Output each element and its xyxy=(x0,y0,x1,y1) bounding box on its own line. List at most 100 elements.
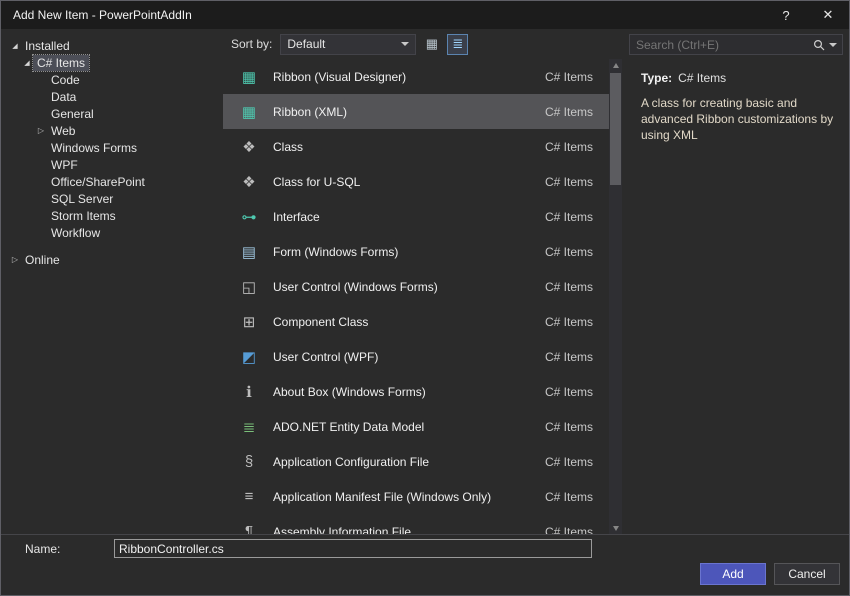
help-button[interactable]: ? xyxy=(765,1,807,29)
tree-node-data[interactable]: Data xyxy=(1,88,223,105)
dialog-footer: Name: Add Cancel xyxy=(1,534,849,595)
class-icon: ❖ xyxy=(237,138,261,156)
template-list-item[interactable]: § Application Configuration File C# Item… xyxy=(223,444,609,479)
template-list-item[interactable]: ≡ Application Manifest File (Windows Onl… xyxy=(223,479,609,514)
tree-label-installed: Installed xyxy=(21,38,74,54)
interface-icon: ⊶ xyxy=(237,208,261,226)
template-name: Ribbon (Visual Designer) xyxy=(273,70,545,84)
category-tree: ◢ Installed ◢ C# Items Code Data General… xyxy=(1,29,223,535)
type-label: Type: xyxy=(641,71,672,85)
title-bar: Add New Item - PowerPointAddIn ? ✕ xyxy=(1,1,849,29)
scrollbar-thumb[interactable] xyxy=(610,73,621,185)
template-list: ▦ Ribbon (Visual Designer) C# Items ▦ Ri… xyxy=(223,59,609,535)
tree-node-online[interactable]: ▷ Online xyxy=(1,251,223,268)
template-type: C# Items xyxy=(545,420,593,434)
sort-toolbar: Sort by: Default ▦ ≣ xyxy=(223,29,629,59)
tree-child-label: Code xyxy=(47,72,84,88)
tree-node-workflow[interactable]: Workflow xyxy=(1,224,223,241)
template-name: User Control (Windows Forms) xyxy=(273,280,545,294)
template-list-item[interactable]: ▦ Ribbon (XML) C# Items xyxy=(223,94,609,129)
tree-node-general[interactable]: General xyxy=(1,105,223,122)
template-type: C# Items xyxy=(545,490,593,504)
tree-child-label: Workflow xyxy=(47,225,104,241)
template-info-pane: Type: C# Items A class for creating basic… xyxy=(629,63,849,535)
template-type: C# Items xyxy=(545,455,593,469)
tree-node-web[interactable]: ▷ Web xyxy=(1,122,223,139)
tree-node-csharp-items[interactable]: ◢ C# Items xyxy=(1,54,223,71)
template-name: Application Manifest File (Windows Only) xyxy=(273,490,545,504)
tree-child-label: SQL Server xyxy=(47,191,117,207)
medium-icons-view-button[interactable]: ▦ xyxy=(421,34,442,55)
tree-node-sql-server[interactable]: SQL Server xyxy=(1,190,223,207)
search-box xyxy=(629,34,843,55)
template-name: About Box (Windows Forms) xyxy=(273,385,545,399)
template-list-item[interactable]: ▤ Form (Windows Forms) C# Items xyxy=(223,234,609,269)
search-icon[interactable] xyxy=(813,39,825,51)
list-scrollbar[interactable] xyxy=(609,59,622,535)
template-name: ADO.NET Entity Data Model xyxy=(273,420,545,434)
collapse-arrow-icon[interactable]: ▷ xyxy=(9,255,21,264)
template-list-item[interactable]: ℹ About Box (Windows Forms) C# Items xyxy=(223,374,609,409)
tree-child-label: Windows Forms xyxy=(47,140,141,156)
small-icons-view-button[interactable]: ≣ xyxy=(447,34,468,55)
template-name: Form (Windows Forms) xyxy=(273,245,545,259)
form-winforms-icon: ▤ xyxy=(237,243,261,261)
template-list-item[interactable]: ≣ ADO.NET Entity Data Model C# Items xyxy=(223,409,609,444)
template-type: C# Items xyxy=(545,385,593,399)
add-button[interactable]: Add xyxy=(700,563,766,585)
template-type: C# Items xyxy=(545,350,593,364)
template-type: C# Items xyxy=(545,315,593,329)
tree-child-label: Data xyxy=(47,89,80,105)
search-input[interactable] xyxy=(630,38,813,52)
ribbon-designer-icon: ▦ xyxy=(237,68,261,86)
tree-child-arrow[interactable]: ▷ xyxy=(35,126,47,135)
template-list-item[interactable]: ⊶ Interface C# Items xyxy=(223,199,609,234)
tree-node-installed[interactable]: ◢ Installed xyxy=(1,37,223,54)
close-button[interactable]: ✕ xyxy=(807,1,849,29)
component-class-icon: ⊞ xyxy=(237,313,261,331)
template-type: C# Items xyxy=(545,280,593,294)
scroll-up-icon[interactable] xyxy=(609,59,622,72)
template-name: User Control (WPF) xyxy=(273,350,545,364)
tree-node-storm-items[interactable]: Storm Items xyxy=(1,207,223,224)
csharp-children: Code Data General ▷ Web Windows Forms WP… xyxy=(1,71,223,241)
sort-dropdown[interactable]: Default xyxy=(280,34,416,55)
item-name-input[interactable] xyxy=(114,539,592,558)
template-description: A class for creating basic and advanced … xyxy=(641,95,837,144)
tree-node-office-sharepoint[interactable]: Office/SharePoint xyxy=(1,173,223,190)
type-value: C# Items xyxy=(678,71,726,85)
add-new-item-dialog: Add New Item - PowerPointAddIn ? ✕ ◢ Ins… xyxy=(0,0,850,596)
template-list-item[interactable]: ◱ User Control (Windows Forms) C# Items xyxy=(223,269,609,304)
tree-node-windows-forms[interactable]: Windows Forms xyxy=(1,139,223,156)
tree-child-label: Storm Items xyxy=(47,208,120,224)
template-list-item[interactable]: ❖ Class for U-SQL C# Items xyxy=(223,164,609,199)
expand-arrow-icon[interactable]: ◢ xyxy=(9,42,21,50)
template-list-item[interactable]: ¶ Assembly Information File C# Items xyxy=(223,514,609,535)
app-config-file-icon: § xyxy=(237,453,261,470)
tree-child-label: General xyxy=(47,106,98,122)
dialog-title: Add New Item - PowerPointAddIn xyxy=(1,8,765,22)
tree-child-label: Office/SharePoint xyxy=(47,174,149,190)
template-name: Application Configuration File xyxy=(273,455,545,469)
template-list-item[interactable]: ⊞ Component Class C# Items xyxy=(223,304,609,339)
tree-node-wpf[interactable]: WPF xyxy=(1,156,223,173)
cancel-button[interactable]: Cancel xyxy=(774,563,840,585)
template-name: Class xyxy=(273,140,545,154)
template-type: C# Items xyxy=(545,210,593,224)
app-manifest-file-icon: ≡ xyxy=(237,488,261,505)
template-list-item[interactable]: ▦ Ribbon (Visual Designer) C# Items xyxy=(223,59,609,94)
tree-child-label: Web xyxy=(47,123,79,139)
sort-by-label: Sort by: xyxy=(231,37,272,51)
type-row: Type: C# Items xyxy=(641,71,837,85)
template-name: Interface xyxy=(273,210,545,224)
tree-child-label: WPF xyxy=(47,157,82,173)
template-list-item[interactable]: ❖ Class C# Items xyxy=(223,129,609,164)
entity-data-model-icon: ≣ xyxy=(237,418,261,436)
template-name: Component Class xyxy=(273,315,545,329)
template-list-item[interactable]: ◩ User Control (WPF) C# Items xyxy=(223,339,609,374)
search-chevron-down-icon[interactable] xyxy=(829,43,837,47)
sort-dropdown-value: Default xyxy=(281,37,401,51)
expand-arrow-icon[interactable]: ◢ xyxy=(21,59,33,67)
tree-node-code[interactable]: Code xyxy=(1,71,223,88)
user-control-wpf-icon: ◩ xyxy=(237,348,261,366)
